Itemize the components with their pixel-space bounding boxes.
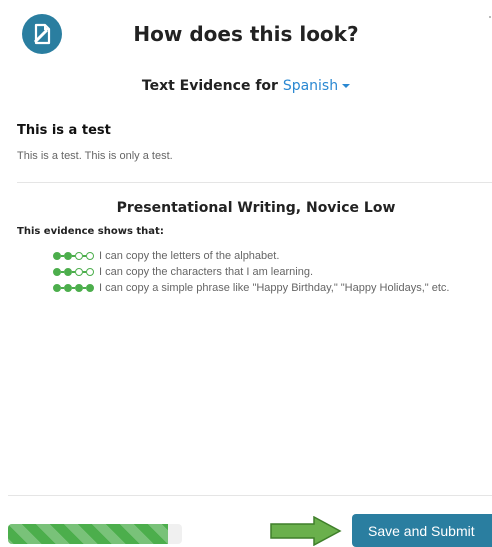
save-and-submit-button[interactable]: Save and Submit	[352, 514, 492, 547]
filled-dot-icon	[64, 252, 72, 261]
can-do-text: I can copy the characters that I am lear…	[99, 266, 314, 278]
filled-dot-icon	[53, 284, 61, 293]
filled-dot-icon	[64, 284, 72, 293]
can-do-item: I can copy a simple phrase like "Happy B…	[36, 280, 486, 296]
corner-mark	[489, 16, 491, 18]
can-do-item: I can copy the letters of the alphabet.	[36, 248, 486, 264]
language-value[interactable]: Spanish	[283, 78, 338, 94]
progress-fill	[8, 524, 169, 544]
progress-bar	[8, 524, 182, 544]
filled-dot-icon	[53, 268, 61, 277]
shows-label: This evidence shows that:	[17, 226, 164, 237]
divider	[17, 182, 492, 183]
filled-dot-icon	[86, 284, 94, 293]
proficiency-dots	[53, 284, 94, 293]
evidence-heading: Text Evidence for Spanish	[0, 78, 492, 94]
evidence-prefix: Text Evidence for	[141, 78, 278, 94]
can-do-list: I can copy the letters of the alphabet. I…	[36, 248, 486, 296]
filled-dot-icon	[75, 284, 83, 293]
caret-down-icon[interactable]	[342, 84, 351, 88]
modal-title: How does this look?	[133, 22, 359, 46]
empty-dot-icon	[86, 268, 94, 277]
footer-divider	[8, 495, 492, 496]
language-dropdown[interactable]: Spanish	[283, 78, 351, 94]
empty-dot-icon	[75, 252, 83, 261]
can-do-text: I can copy a simple phrase like "Happy B…	[99, 282, 450, 294]
proficiency-dots	[53, 268, 94, 277]
standard-title: Presentational Writing, Novice Low	[116, 200, 396, 216]
right-arrow-icon	[270, 516, 342, 546]
entry-title: This is a test	[17, 123, 111, 138]
filled-dot-icon	[64, 268, 72, 277]
empty-dot-icon	[86, 252, 94, 261]
can-do-item: I can copy the characters that I am lear…	[36, 264, 486, 280]
filled-dot-icon	[53, 252, 61, 261]
entry-body: This is a test. This is only a test.	[17, 150, 173, 162]
proficiency-dots	[53, 252, 94, 261]
can-do-text: I can copy the letters of the alphabet.	[99, 250, 280, 262]
empty-dot-icon	[75, 268, 83, 277]
